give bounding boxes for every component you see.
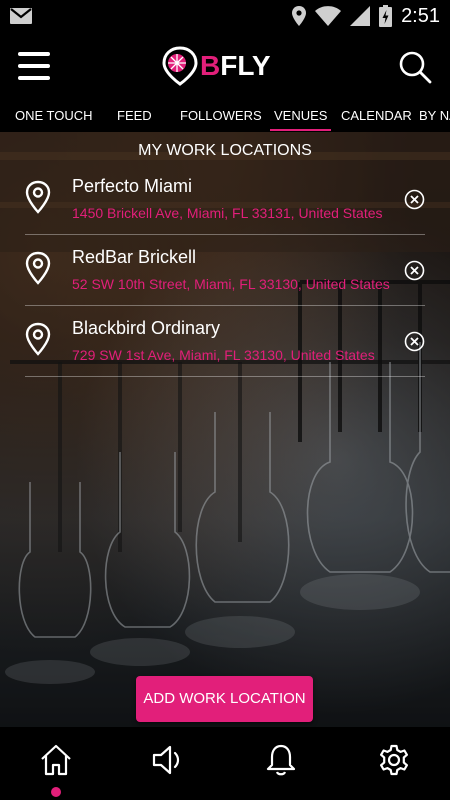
location-name: Perfecto Miami — [72, 176, 193, 196]
app-bar: BFLY — [0, 32, 450, 100]
location-item[interactable]: Blackbird Ordinary 729 SW 1st Ave, Miami… — [0, 306, 450, 377]
section-title: MY WORK LOCATIONS — [138, 142, 312, 159]
speaker-icon — [152, 745, 180, 775]
wifi-icon — [315, 6, 342, 26]
logo-rest: FLY — [220, 50, 271, 81]
tab-by-name[interactable]: BY NA — [419, 100, 450, 132]
tab-one-touch[interactable]: ONE TOUCH — [15, 100, 93, 132]
map-pin-icon — [25, 251, 51, 285]
map-pin-icon — [25, 322, 51, 356]
remove-location-button[interactable] — [404, 260, 425, 281]
divider — [25, 376, 425, 377]
location-address: 1450 Brickell Ave, Miami, FL 33131, Unit… — [72, 205, 383, 221]
bell-icon — [266, 744, 296, 776]
menu-button[interactable] — [18, 50, 52, 82]
hamburger-menu-icon-bar — [18, 64, 50, 68]
map-pin-icon — [25, 180, 51, 214]
gmail-icon — [10, 8, 32, 24]
tab-feed[interactable]: FEED — [117, 100, 152, 132]
location-address: 729 SW 1st Ave, Miami, FL 33130, United … — [72, 347, 375, 363]
active-indicator-dot — [51, 787, 61, 797]
tab-followers[interactable]: FOLLOWERS — [180, 100, 262, 132]
location-item[interactable]: RedBar Brickell 52 SW 10th Street, Miami… — [0, 235, 450, 306]
gear-icon — [380, 744, 408, 776]
hamburger-menu-icon-bar — [18, 76, 50, 80]
tab-venues[interactable]: VENUES — [269, 100, 332, 132]
status-bar: 2:51 — [0, 0, 450, 32]
nav-audio[interactable] — [151, 743, 185, 777]
logo-text: BFLY — [200, 50, 271, 82]
bfly-logo-icon — [162, 46, 198, 86]
remove-location-button[interactable] — [404, 189, 425, 210]
remove-location-button[interactable] — [404, 331, 425, 352]
venues-content: MY WORK LOCATIONS Perfecto Miami 1450 Br… — [0, 132, 450, 727]
signal-icon — [350, 6, 371, 26]
nav-notifications[interactable] — [264, 743, 298, 777]
work-locations-list: Perfecto Miami 1450 Brickell Ave, Miami,… — [0, 164, 450, 377]
tab-bar: ONE TOUCH FEED FOLLOWERS VENUES CALENDAR… — [0, 100, 450, 132]
search-icon — [399, 51, 432, 84]
tab-calendar[interactable]: CALENDAR — [341, 100, 412, 132]
bfly-logo: BFLY — [162, 46, 271, 86]
nav-home[interactable] — [39, 743, 73, 777]
home-icon — [41, 744, 71, 776]
search-button[interactable] — [398, 50, 432, 84]
bottom-navigation — [0, 727, 450, 800]
nav-settings[interactable] — [377, 743, 411, 777]
logo-letter: B — [200, 50, 221, 81]
clock: 2:51 — [401, 4, 440, 27]
hamburger-menu-icon — [18, 52, 50, 56]
location-icon — [292, 6, 307, 26]
battery-charging-icon — [379, 5, 393, 27]
location-name: RedBar Brickell — [72, 247, 197, 267]
location-address: 52 SW 10th Street, Miami, FL 33130, Unit… — [72, 276, 390, 292]
location-item[interactable]: Perfecto Miami 1450 Brickell Ave, Miami,… — [0, 164, 450, 235]
location-name: Blackbird Ordinary — [72, 318, 221, 338]
add-work-location-button[interactable]: ADD WORK LOCATION — [136, 676, 313, 722]
